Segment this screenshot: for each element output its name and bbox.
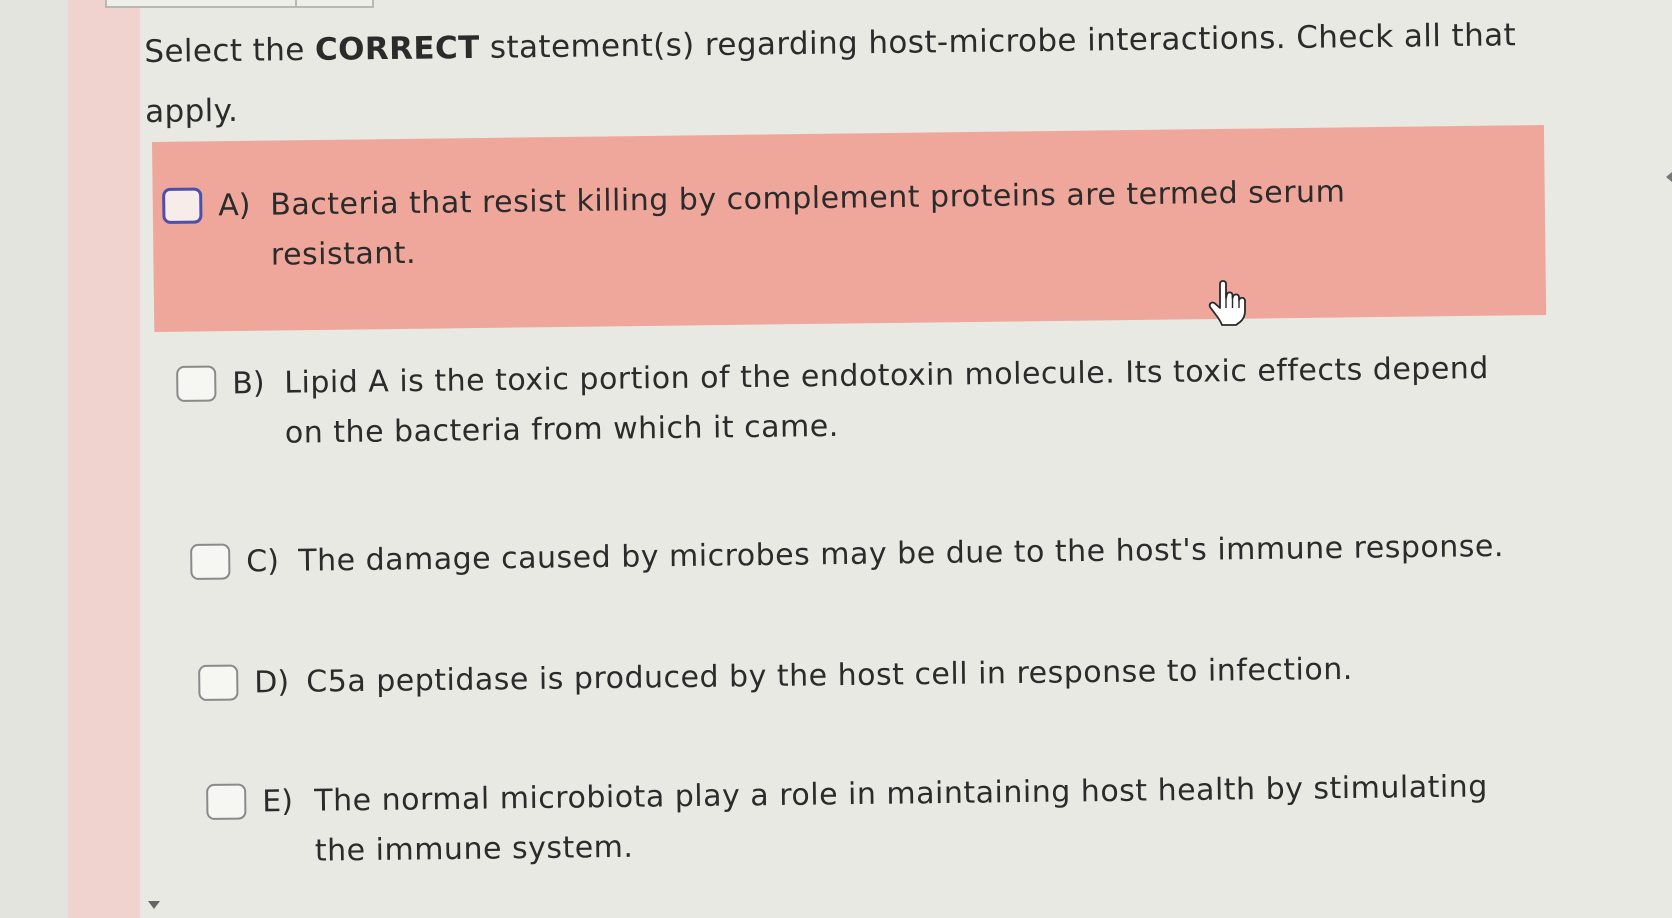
question-prefix: Select the [144,31,316,70]
option-e-text: The normal microbiota play a role in mai… [314,762,1489,876]
question-suffix-line2: apply. [144,92,239,130]
option-a[interactable]: A) Bacteria that resist killing by compl… [162,168,1346,282]
option-d[interactable]: D) C5a peptidase is produced by the host… [198,645,1353,709]
question-emphasis: CORRECT [314,29,480,68]
option-d-text: C5a peptidase is produced by the host ce… [306,645,1353,708]
question-accent-bar [68,0,140,918]
option-d-checkbox[interactable] [198,664,239,701]
question-prompt: Select the CORRECT statement(s) regardin… [144,5,1565,142]
option-b-checkbox[interactable] [176,365,217,402]
top-tab-divider [295,0,297,6]
scroll-down-arrow-icon[interactable] [148,901,160,909]
option-c-letter: C) [246,543,280,580]
option-a-text: Bacteria that resist killing by compleme… [270,168,1346,281]
option-b[interactable]: B) Lipid A is the toxic portion of the e… [176,344,1490,460]
option-e-checkbox[interactable] [206,783,247,820]
hand-pointer-icon [1208,280,1246,326]
option-c-checkbox[interactable] [190,543,231,580]
option-e-letter: E) [262,783,294,820]
left-margin [0,0,70,918]
collapse-arrow-icon[interactable] [1666,172,1672,182]
option-b-letter: B) [232,365,265,402]
option-b-text: Lipid A is the toxic portion of the endo… [284,344,1490,459]
top-tab-edge [105,0,374,8]
option-c-text: The damage caused by microbes may be due… [298,522,1504,587]
option-d-line1: C5a peptidase is produced by the host ce… [306,651,1353,700]
option-a-checkbox[interactable] [162,187,203,224]
option-c-line1: The damage caused by microbes may be due… [298,528,1505,579]
option-e[interactable]: E) The normal microbiota play a role in … [206,762,1489,878]
option-d-letter: D) [254,664,290,701]
option-a-letter: A) [218,187,251,224]
question-suffix: statement(s) regarding host-microbe inte… [479,17,1517,66]
option-c[interactable]: C) The damage caused by microbes may be … [190,522,1504,588]
